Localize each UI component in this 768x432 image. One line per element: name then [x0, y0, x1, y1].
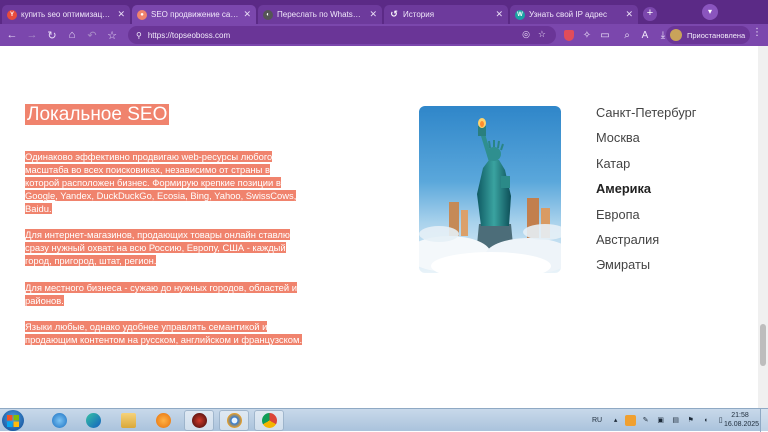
taskbar-chrome[interactable]: [254, 410, 284, 431]
yandex-favicon-icon: Y: [7, 9, 17, 20]
internet-explorer-icon: [51, 413, 67, 428]
paragraph-text: , Yandex, DuckDuckGo, Ecosia, Bing, Yaho…: [25, 190, 297, 215]
close-icon[interactable]: ✕: [243, 9, 251, 20]
sidebar-icon[interactable]: ▭: [596, 26, 614, 44]
close-icon[interactable]: ✕: [117, 9, 125, 20]
tab-strip: Y купить seo оптимизация Мо ✕ ● SEO прод…: [0, 0, 768, 24]
section-heading: Локальное SEO: [25, 104, 170, 126]
paragraph-local-business: Для местного бизнеса - сужаю до нужных г…: [25, 281, 305, 307]
taskbar-internet-explorer[interactable]: [44, 410, 74, 431]
bookmark-star-icon[interactable]: ☆: [102, 25, 122, 45]
language-indicator[interactable]: RU: [592, 417, 602, 424]
undo-icon[interactable]: ↶: [82, 25, 102, 45]
tab-title: Узнать свой IP адрес: [529, 10, 607, 19]
app-icon: [191, 413, 207, 428]
shield-extension-icon[interactable]: [560, 26, 578, 44]
paragraph-languages: Языки любые, однако удобнее управлять се…: [25, 320, 305, 346]
profile-status: Приостановлена: [687, 30, 746, 40]
volume-icon[interactable]: ◖: [700, 415, 711, 426]
tab-title: Переслать по WhatsApp: [277, 10, 366, 19]
section-heading-text: Локальное SEO: [25, 104, 170, 125]
ip-favicon-icon: W: [515, 9, 525, 20]
translate-icon[interactable]: A: [636, 26, 654, 44]
region-moscow[interactable]: Москва: [596, 129, 696, 154]
tab-title: SEO продвижение сайтов С: [151, 10, 239, 19]
taskbar-app-red[interactable]: [184, 410, 214, 431]
tab-ip-address[interactable]: W Узнать свой IP адрес ✕: [510, 5, 638, 24]
search-icon[interactable]: ⌕: [618, 26, 636, 44]
tray-expand-icon[interactable]: ▴: [610, 415, 621, 426]
history-icon: ↺: [390, 9, 398, 19]
start-button[interactable]: [2, 410, 24, 431]
region-europe[interactable]: Европа: [596, 206, 696, 231]
tab-title: История: [403, 10, 435, 19]
extensions-puzzle-icon[interactable]: ✧: [578, 26, 596, 44]
paragraph-text: Языки любые, однако удобнее управлять се…: [25, 321, 303, 346]
tab-topseoboss[interactable]: ● SEO продвижение сайтов С ✕: [132, 5, 256, 24]
close-icon[interactable]: ✕: [495, 9, 503, 20]
browser-toolbar: ← → ↻ ⌂ ↶ ☆ ⚲ https://topseoboss.com ◎ ☆…: [0, 24, 768, 46]
clock-time: 21:58: [731, 412, 749, 419]
site-info-icon[interactable]: ⚲: [136, 31, 142, 40]
page-content: Локальное SEO Одинаково эффективно продв…: [0, 46, 758, 408]
close-icon[interactable]: ✕: [625, 9, 633, 20]
google-link[interactable]: Google: [25, 190, 55, 201]
bookmark-star-icon[interactable]: ☆: [538, 29, 546, 40]
pen-icon[interactable]: ✎: [640, 415, 651, 426]
forward-arrow-icon[interactable]: →: [22, 25, 42, 45]
back-arrow-icon[interactable]: ←: [2, 25, 22, 45]
system-tray: RU ▴ ✎ ▣ ▤ ⚑ ◖ ▯: [592, 412, 728, 428]
paragraph-text: Одинаково эффективно продвигаю web-ресур…: [25, 151, 281, 189]
reload-icon[interactable]: ↻: [42, 25, 62, 45]
new-tab-button[interactable]: +: [643, 7, 657, 21]
folder-icon: [120, 413, 136, 428]
region-saint-petersburg[interactable]: Санкт-Петербург: [596, 104, 696, 129]
tab-search-chevron-icon[interactable]: ▾: [702, 4, 718, 20]
region-emirates[interactable]: Эмираты: [596, 256, 696, 281]
paragraph-text: Для местного бизнеса - сужаю до нужных г…: [25, 282, 297, 307]
tab-title: купить seo оптимизация Мо: [21, 10, 113, 19]
tracking-protection-icon[interactable]: ◎: [522, 29, 530, 40]
flag-icon[interactable]: ⚑: [685, 415, 696, 426]
taskbar-media-player[interactable]: [148, 410, 178, 431]
windows-logo-icon: [7, 414, 19, 427]
profile-button[interactable]: Приостановлена: [666, 26, 750, 44]
topseoboss-favicon-icon: ●: [137, 9, 147, 20]
clock-date: 16.08.2025: [724, 421, 760, 428]
browser-icon: [226, 413, 242, 428]
more-menu-icon[interactable]: ⋮: [752, 27, 762, 38]
media-player-icon: [155, 413, 171, 428]
tab-yandex-search[interactable]: Y купить seo оптимизация Мо ✕: [2, 5, 130, 24]
address-bar[interactable]: ⚲ https://topseoboss.com ◎ ☆: [128, 26, 556, 44]
home-icon[interactable]: ⌂: [62, 25, 82, 45]
tab-history[interactable]: ↺ История ✕: [384, 5, 508, 24]
tray-app-icon[interactable]: [625, 414, 637, 426]
taskbar-edge[interactable]: [78, 410, 108, 431]
show-desktop-button[interactable]: [760, 409, 768, 432]
whatsapp-favicon-icon: ◐: [263, 9, 273, 20]
paragraph-text: Для интернет-магазинов, продающих товары…: [25, 229, 290, 267]
taskbar-clock[interactable]: 21:58 16.08.2025: [724, 411, 760, 429]
paragraph-online-stores: Для интернет-магазинов, продающих товары…: [25, 228, 305, 267]
windows-taskbar: RU ▴ ✎ ▣ ▤ ⚑ ◖ ▯ 21:58 16.08.2025: [0, 408, 768, 432]
statue-illustration: [419, 118, 561, 273]
chrome-icon: [261, 413, 277, 428]
paragraph-search-engines: Одинаково эффективно продвигаю web-ресур…: [25, 150, 305, 215]
taskbar-explorer[interactable]: [113, 410, 143, 431]
tab-whatsapp[interactable]: ◐ Переслать по WhatsApp ✕: [258, 5, 382, 24]
region-list: Санкт-Петербург Москва Катар Америка Евр…: [596, 104, 696, 282]
scrollbar-thumb[interactable]: [760, 324, 766, 366]
page-scrollbar[interactable]: [758, 46, 768, 408]
region-america[interactable]: Америка: [596, 180, 696, 205]
close-icon[interactable]: ✕: [369, 9, 377, 20]
statue-of-liberty-image: [419, 106, 561, 273]
taskbar-browser-2[interactable]: [219, 410, 249, 431]
region-australia[interactable]: Австралия: [596, 231, 696, 256]
network-icon[interactable]: ▤: [670, 415, 681, 426]
avatar: [670, 29, 682, 41]
edge-icon: [85, 413, 101, 428]
region-qatar[interactable]: Катар: [596, 155, 696, 180]
url-text[interactable]: https://topseoboss.com: [148, 31, 230, 40]
tray-square-icon[interactable]: ▣: [655, 415, 666, 426]
